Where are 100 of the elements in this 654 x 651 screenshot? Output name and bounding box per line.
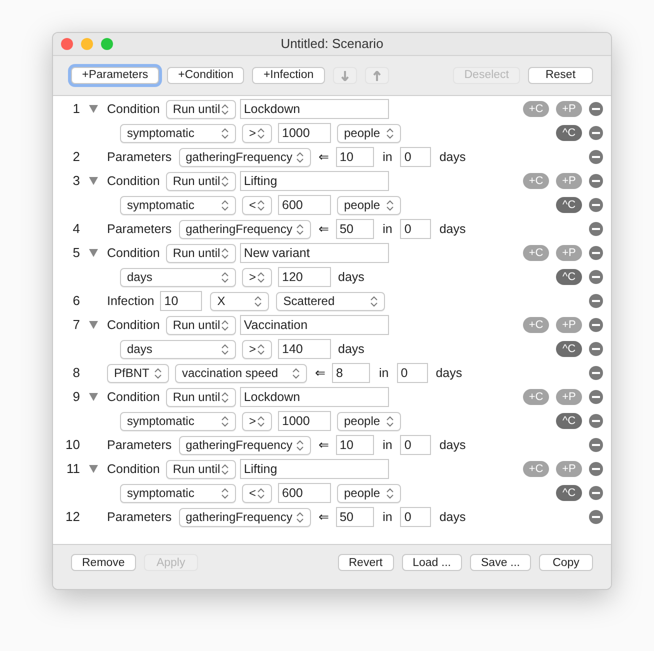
remove-row-button[interactable]: [589, 294, 603, 308]
parameter-select[interactable]: gatheringFrequency: [178, 508, 311, 526]
criterion-button[interactable]: ^C: [556, 197, 582, 213]
stepper-icon: [154, 368, 162, 378]
variable-select[interactable]: symptomatic: [120, 484, 236, 502]
parameter-select[interactable]: gatheringFrequency: [178, 436, 311, 454]
threshold-field[interactable]: 140: [278, 339, 331, 359]
mode-select[interactable]: Run until: [166, 460, 236, 478]
threshold-field[interactable]: 1000: [278, 123, 331, 143]
threshold-field[interactable]: 600: [278, 483, 331, 503]
parameter-select[interactable]: gatheringFrequency: [178, 220, 311, 238]
expanded-triangle-icon[interactable]: [89, 465, 98, 473]
remove-row-button[interactable]: [589, 222, 603, 236]
condition-name-field[interactable]: New variant: [240, 243, 389, 263]
operator-select[interactable]: <: [242, 484, 272, 502]
footer-button[interactable]: Load ...: [402, 554, 462, 571]
footer-button[interactable]: Remove: [71, 554, 136, 571]
mode-select[interactable]: Run until: [166, 388, 236, 406]
toolbar-button[interactable]: +Parameters: [71, 67, 160, 84]
parameter-select[interactable]: vaccination speed: [175, 364, 307, 382]
remove-row-button[interactable]: [589, 510, 603, 524]
condition-name-field[interactable]: Lifting: [240, 171, 389, 191]
value-field[interactable]: 8: [332, 363, 370, 383]
row-type-label: Parameters: [107, 220, 172, 238]
footer-button[interactable]: Copy: [539, 554, 593, 571]
operator-select[interactable]: >: [242, 340, 272, 358]
remove-row-button[interactable]: [589, 390, 603, 404]
remove-row-button[interactable]: [589, 318, 603, 332]
unit-select[interactable]: people: [337, 124, 401, 142]
criterion-button[interactable]: ^C: [556, 413, 582, 429]
footer-button[interactable]: Save ...: [470, 554, 531, 571]
remove-row-button[interactable]: [589, 198, 603, 212]
condition-name-field[interactable]: Vaccination: [240, 315, 389, 335]
mode-select[interactable]: Run until: [166, 316, 236, 334]
footer-button[interactable]: Revert: [338, 554, 394, 571]
remove-row-button[interactable]: [589, 438, 603, 452]
operator-select[interactable]: >: [242, 412, 272, 430]
delay-field[interactable]: 0: [400, 147, 432, 167]
operator-select[interactable]: >: [242, 124, 272, 142]
remove-row-button[interactable]: [589, 270, 603, 284]
unit-select[interactable]: people: [337, 412, 401, 430]
variable-select[interactable]: symptomatic: [120, 196, 236, 214]
variable-select[interactable]: days: [120, 268, 236, 286]
expanded-triangle-icon[interactable]: [89, 321, 98, 329]
remove-row-button[interactable]: [589, 366, 603, 380]
remove-row-button[interactable]: [589, 486, 603, 500]
close-button[interactable]: [61, 38, 73, 50]
remove-row-button[interactable]: [589, 174, 603, 188]
count-field[interactable]: 10: [160, 291, 202, 311]
unit-select[interactable]: people: [337, 196, 401, 214]
value-field[interactable]: 50: [336, 507, 374, 527]
row-number: 6: [72, 292, 80, 310]
threshold-field[interactable]: 1000: [278, 411, 331, 431]
parameter-select[interactable]: gatheringFrequency: [178, 148, 311, 166]
operator-select[interactable]: >: [242, 268, 272, 286]
value-field[interactable]: 10: [336, 147, 374, 167]
delay-field[interactable]: 0: [400, 435, 432, 455]
location-select[interactable]: X: [210, 292, 270, 310]
toolbar-button[interactable]: Reset: [528, 67, 593, 84]
remove-row-button[interactable]: [589, 414, 603, 428]
expanded-triangle-icon[interactable]: [89, 393, 98, 401]
condition-name-field[interactable]: Lockdown: [240, 99, 389, 119]
mode-select[interactable]: Run until: [166, 100, 236, 118]
stepper-icon: [292, 368, 300, 378]
remove-row-button[interactable]: [589, 462, 603, 476]
remove-row-button[interactable]: [589, 126, 603, 140]
criterion-button[interactable]: ^C: [556, 485, 582, 501]
threshold-field[interactable]: 120: [278, 267, 331, 287]
criterion-button[interactable]: ^C: [556, 269, 582, 285]
delay-field[interactable]: 0: [400, 219, 432, 239]
condition-name-field[interactable]: Lifting: [240, 459, 389, 479]
group-select[interactable]: PfBNT: [107, 364, 169, 382]
pattern-select[interactable]: Scattered: [276, 292, 386, 310]
stepper-icon: [296, 440, 304, 450]
variable-select[interactable]: days: [120, 340, 236, 358]
value-field[interactable]: 10: [336, 435, 374, 455]
expanded-triangle-icon[interactable]: [89, 177, 98, 185]
variable-select[interactable]: symptomatic: [120, 124, 236, 142]
delay-field[interactable]: 0: [400, 507, 432, 527]
criterion-button[interactable]: ^C: [556, 125, 582, 141]
operator-select[interactable]: <: [242, 196, 272, 214]
variable-select[interactable]: symptomatic: [120, 412, 236, 430]
toolbar-button[interactable]: +Condition: [167, 67, 244, 84]
expanded-triangle-icon[interactable]: [89, 105, 98, 113]
condition-name-field[interactable]: Lockdown: [240, 387, 389, 407]
remove-row-button[interactable]: [589, 150, 603, 164]
mode-select[interactable]: Run until: [166, 172, 236, 190]
remove-row-button[interactable]: [589, 246, 603, 260]
remove-row-button[interactable]: [589, 102, 603, 116]
criterion-button[interactable]: ^C: [556, 341, 582, 357]
value-field[interactable]: 50: [336, 219, 374, 239]
delay-field[interactable]: 0: [396, 363, 428, 383]
expanded-triangle-icon[interactable]: [89, 249, 98, 257]
unit-select[interactable]: people: [337, 484, 401, 502]
in-label: in: [382, 148, 392, 166]
mode-select[interactable]: Run until: [166, 244, 236, 262]
remove-row-button[interactable]: [589, 342, 603, 356]
toolbar-button[interactable]: +Infection: [252, 67, 325, 84]
threshold-field[interactable]: 600: [278, 195, 331, 215]
assign-arrow: ⇐: [318, 436, 330, 454]
